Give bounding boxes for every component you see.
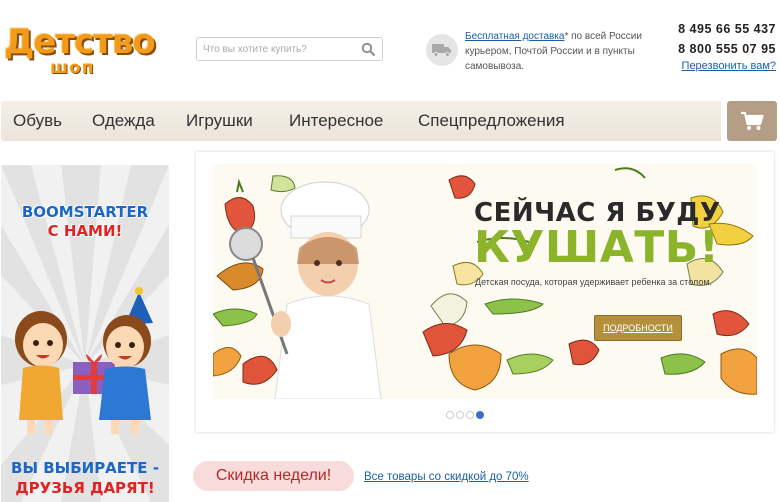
cart-icon [741,111,764,130]
banner-bottom-line2: ДРУЗЬЯ ДАРЯТ! [15,479,155,497]
cart-button[interactable] [727,101,777,141]
girl-illustration-left [15,311,67,434]
search-input[interactable] [203,41,353,58]
boomstarter-banner[interactable]: BOOMSTARTER С НАМИ! ВЫ ВЫБИРАЕТЕ - ДРУЗЬ… [1,165,169,502]
banner-title: BOOMSTARTER С НАМИ! [1,203,169,241]
slide-details-button[interactable]: ПОДРОБНОСТИ [594,315,682,341]
phone-russia[interactable]: 8 800 555 07 95 [678,39,776,59]
header: Детство шоп Бесплатная доставка* по всей… [0,0,780,98]
slider-dots [446,411,490,421]
nav-item-special-offers[interactable]: Спецпредложения [418,111,565,131]
slider-dot-3[interactable] [466,411,474,419]
slide-heading-line2: КУШАТЬ! [474,222,720,273]
logo-main-text: Детство [4,22,156,62]
discount-link[interactable]: Все товары со скидкой до 70% [364,471,529,483]
nav-item-shoes[interactable]: Обувь [13,111,62,131]
free-delivery-link[interactable]: Бесплатная доставка [465,31,564,42]
banner-title-line2: С НАМИ! [47,222,123,240]
promo-slider: СЕЙЧАС Я БУДУ КУШАТЬ! Детская посуда, ко… [196,152,774,432]
slide-description: Детская посуда, которая удерживает ребен… [475,277,713,287]
phones-block: 8 495 66 55 437 8 800 555 07 95 Перезвон… [678,19,776,72]
delivery-info: Бесплатная доставка* по всей России курь… [465,29,665,74]
banner-bottom-line1: ВЫ ВЫБИРАЕТЕ - [11,459,159,477]
nav-item-clothes[interactable]: Одежда [92,111,155,131]
promo-slide[interactable]: СЕЙЧАС Я БУДУ КУШАТЬ! Детская посуда, ко… [213,164,757,399]
nav-item-interesting[interactable]: Интересное [289,111,383,131]
slider-dot-1[interactable] [446,411,454,419]
callback-link[interactable]: Перезвонить вам? [678,60,776,72]
slider-dot-2[interactable] [456,411,464,419]
logo[interactable]: Детство шоп [4,22,156,82]
nav-item-toys[interactable]: Игрушки [186,111,253,131]
slider-dot-4[interactable] [476,411,484,419]
search-box [196,37,383,61]
discount-week-badge[interactable]: Скидка недели! [193,461,354,491]
phone-moscow[interactable]: 8 495 66 55 437 [678,19,776,39]
banner-bottom-text: ВЫ ВЫБИРАЕТЕ - ДРУЗЬЯ ДАРЯТ! [1,458,169,498]
delivery-truck-icon [426,34,458,66]
main-nav: Обувь Одежда Игрушки Интересное Спецпред… [1,101,721,141]
logo-sub-text: шоп [50,58,95,78]
banner-title-line1: BOOMSTARTER [21,203,149,221]
search-icon[interactable] [361,42,376,57]
